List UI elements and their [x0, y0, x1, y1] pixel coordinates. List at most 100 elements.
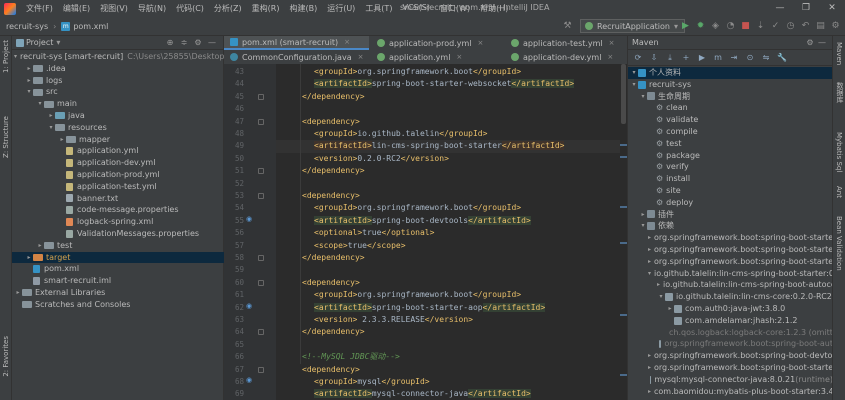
- menu-item[interactable]: 导航(N): [133, 3, 171, 14]
- code-line[interactable]: </dependency>: [276, 91, 627, 103]
- breadcrumb-project[interactable]: recruit-sys: [6, 22, 48, 31]
- close-tab-icon[interactable]: ×: [607, 53, 613, 61]
- maven-tree-row[interactable]: ▾ io.github.talelin:lin-cms-core:0.2.0-RC…: [628, 291, 833, 303]
- editor-tab[interactable]: application.yml ×: [371, 50, 503, 64]
- code-line[interactable]: [276, 178, 627, 190]
- maven-tree-row[interactable]: ▾ 个人资料: [628, 67, 833, 79]
- code-line[interactable]: <artifactId>spring-boot-starter-websocke…: [276, 78, 627, 90]
- menu-item[interactable]: 重构(R): [247, 3, 285, 14]
- close-tab-icon[interactable]: ×: [477, 39, 483, 47]
- tree-folder-row[interactable]: ▾ recruit-sys [smart-recruit] C:\Users\258…: [12, 51, 235, 63]
- code-line[interactable]: <artifactId>lin-cms-spring-boot-starter<…: [276, 140, 627, 153]
- collapsed-arrow-icon[interactable]: ▸: [648, 232, 651, 244]
- maven-tree-row[interactable]: ▾ recruit-sys: [628, 79, 833, 91]
- expanded-arrow-icon[interactable]: ▾: [630, 79, 638, 91]
- lifecycle-goal-row[interactable]: ⚙ compile: [628, 126, 833, 138]
- expanded-arrow-icon[interactable]: ▾: [630, 67, 638, 79]
- history-icon[interactable]: ◷: [783, 19, 798, 33]
- collapse-all-icon[interactable]: ≑: [177, 38, 191, 47]
- code-line[interactable]: <optional>true</optional>: [276, 227, 627, 239]
- lifecycle-goal-row[interactable]: ⚙ site: [628, 185, 833, 197]
- code-line[interactable]: <version> 2.3.3.RELEASE</version>: [276, 314, 627, 326]
- minimize-button[interactable]: —: [767, 0, 793, 17]
- code-line[interactable]: <!--MySQL JDBC驱动-->: [276, 351, 627, 363]
- run-icon[interactable]: ▶: [694, 53, 710, 62]
- code-line[interactable]: <version>0.2.0-RC2</version>: [276, 153, 627, 165]
- code-line[interactable]: <groupId>io.github.talelin</groupId>: [276, 128, 627, 140]
- database-tool-button[interactable]: 数据库: [835, 82, 845, 103]
- fold-marker-icon[interactable]: [258, 329, 264, 336]
- editor-tab[interactable]: application-dev.yml ×: [505, 50, 627, 64]
- tree-folder-row[interactable]: ▾ resources: [12, 122, 224, 134]
- close-tab-icon[interactable]: ×: [344, 38, 350, 46]
- vcs-commit-icon[interactable]: ✓: [768, 19, 783, 33]
- code-line[interactable]: <groupId>org.springframework.boot</group…: [276, 202, 627, 214]
- menu-item[interactable]: 代码(C): [171, 3, 209, 14]
- maven-tree-row[interactable]: ▸ com.auth0:java-jwt:3.8.0: [628, 303, 833, 315]
- editor-scrollbar[interactable]: [620, 64, 627, 400]
- mybatis-sql-tool-button[interactable]: Mybatis Sql: [835, 132, 843, 172]
- code-line[interactable]: <groupId>org.springframework.boot</group…: [276, 289, 627, 301]
- structure-icon[interactable]: ▤: [813, 19, 828, 33]
- download-icon[interactable]: ⇩: [646, 53, 662, 62]
- close-tab-icon[interactable]: ×: [609, 39, 615, 47]
- code-line[interactable]: </dependency>: [276, 252, 627, 264]
- lifecycle-goal-row[interactable]: ⚙ validate: [628, 114, 833, 126]
- maven-tree-row[interactable]: ▸ com.baomidou:mybatis-plus-boot-starter:…: [628, 386, 833, 398]
- scrollbar-thumb[interactable]: [621, 64, 626, 124]
- editor-tab[interactable]: application-prod.yml ×: [371, 36, 503, 50]
- tree-file-row[interactable]: banner.txt: [12, 193, 224, 205]
- code-line[interactable]: <dependency>: [276, 277, 627, 289]
- maven-tree-row[interactable]: ▾ 生命周期: [628, 91, 833, 103]
- breadcrumb-file[interactable]: pom.xml: [73, 22, 108, 31]
- tree-folder-row[interactable]: ▸ test: [12, 240, 224, 252]
- tree-file-row[interactable]: Scratches and Consoles: [12, 299, 224, 311]
- maximize-button[interactable]: ❐: [793, 0, 819, 17]
- run-configuration-select[interactable]: RecruitApplication ▾: [580, 19, 685, 33]
- collapsed-arrow-icon[interactable]: ▸: [36, 240, 44, 252]
- fold-marker-icon[interactable]: [258, 93, 264, 100]
- tree-file-row[interactable]: application-dev.yml: [12, 157, 224, 169]
- bean-validation-tool-button[interactable]: Bean Validation: [835, 216, 843, 271]
- tree-file-row[interactable]: application-test.yml: [12, 181, 224, 193]
- hide-icon[interactable]: —: [816, 38, 828, 47]
- tree-file-row[interactable]: logback-spring.xml: [12, 216, 224, 228]
- code-line[interactable]: [276, 339, 627, 351]
- expanded-arrow-icon[interactable]: ▾: [25, 86, 33, 98]
- lifecycle-goal-row[interactable]: ⚙ install: [628, 173, 833, 185]
- maven-tree-row[interactable]: ▸ org.springframework.boot:spring-boot-st…: [628, 244, 833, 256]
- expanded-arrow-icon[interactable]: ▾: [47, 122, 55, 134]
- tree-file-row[interactable]: application-prod.yml: [12, 169, 224, 181]
- code-line[interactable]: <scope>true</scope>: [276, 240, 627, 252]
- rollback-icon[interactable]: ↶: [798, 19, 813, 33]
- code-line[interactable]: <artifactId>spring-boot-devtools</artifa…: [276, 215, 627, 227]
- collapsed-arrow-icon[interactable]: ▸: [648, 350, 651, 362]
- skip-tests-icon[interactable]: ⊙: [742, 53, 758, 62]
- code-line[interactable]: </dependency>: [276, 165, 627, 177]
- maven-tree-row[interactable]: ▸ io.github.talelin:lin-cms-spring-boot-a…: [628, 279, 833, 291]
- collapsed-arrow-icon[interactable]: ▸: [14, 287, 22, 299]
- settings-icon[interactable]: ⚙: [828, 19, 843, 33]
- hide-icon[interactable]: —: [205, 38, 219, 47]
- editor-tab[interactable]: pom.xml (smart-recruit) ×: [224, 36, 369, 50]
- download-sources-icon[interactable]: ⤓: [662, 53, 678, 63]
- collapsed-arrow-icon[interactable]: ▸: [648, 386, 651, 398]
- profile-icon[interactable]: ◔: [723, 19, 738, 33]
- code-line[interactable]: <artifactId>spring-boot-starter-aop</art…: [276, 302, 627, 314]
- spring-dependency-icon[interactable]: ◉: [246, 215, 252, 223]
- collapsed-arrow-icon[interactable]: ▸: [25, 63, 33, 75]
- menu-item[interactable]: 编辑(E): [58, 3, 95, 14]
- expanded-arrow-icon[interactable]: ▾: [14, 51, 17, 63]
- code-line[interactable]: <groupId>mysql</groupId>: [276, 376, 627, 388]
- editor-tab[interactable]: application-test.yml ×: [505, 36, 627, 50]
- menu-item[interactable]: 视图(V): [95, 3, 133, 14]
- debug-icon[interactable]: ✹: [693, 19, 708, 33]
- tree-folder-row[interactable]: ▸ target: [12, 251, 224, 264]
- menu-item[interactable]: 文件(F): [21, 3, 58, 14]
- tree-file-row[interactable]: application.yml: [12, 145, 224, 157]
- locate-icon[interactable]: ⊕: [163, 38, 177, 47]
- expanded-arrow-icon[interactable]: ▾: [648, 268, 651, 280]
- gear-icon[interactable]: ⚙: [804, 38, 816, 47]
- lifecycle-goal-row[interactable]: ⚙ verify: [628, 161, 833, 173]
- project-tool-button[interactable]: 1: Project: [2, 40, 10, 73]
